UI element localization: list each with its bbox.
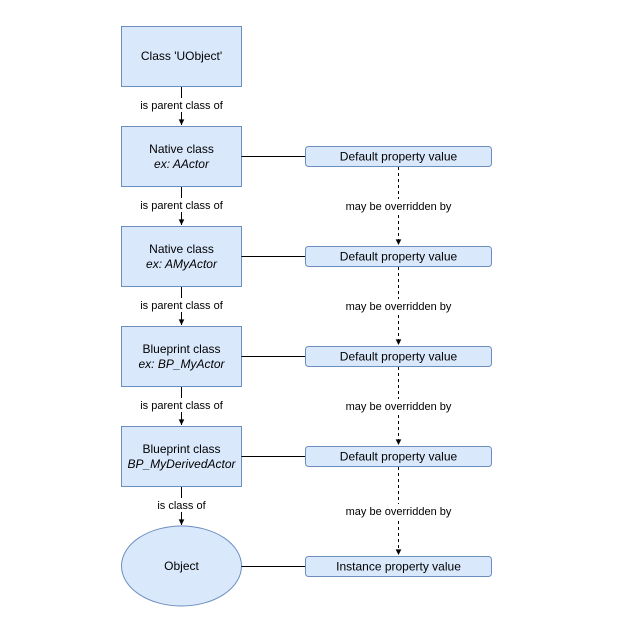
object-node-title: Object [164, 559, 199, 573]
class-node-title: Blueprint class [142, 442, 220, 456]
class-node-bp-myderivedactor[interactable]: Blueprint class BP_MyDerivedActor [121, 426, 242, 487]
edge-label: may be overridden by [346, 201, 452, 213]
class-node-title: Native class [149, 242, 214, 256]
class-node-native-aactor[interactable]: Native class ex: AActor [121, 126, 242, 187]
class-node-native-amyactor[interactable]: Native class ex: AMyActor [121, 226, 242, 287]
class-node-uobject[interactable]: Class 'UObject' [121, 26, 242, 87]
property-node[interactable]: Default property value [305, 146, 492, 167]
object-node[interactable]: Object [121, 525, 242, 607]
override-edge: may be overridden by [343, 467, 454, 555]
class-node-subtitle: ex: AMyActor [146, 257, 218, 271]
edge-label: may be overridden by [346, 401, 452, 413]
class-node-bp-myactor[interactable]: Blueprint class ex: BP_MyActor [121, 326, 242, 387]
hierarchy-edge: is parent class of [136, 287, 227, 325]
property-node[interactable]: Default property value [305, 346, 492, 367]
property-node-label: Default property value [340, 250, 458, 264]
edge-label: may be overridden by [346, 506, 452, 518]
hierarchy-edge: is parent class of [136, 387, 227, 425]
edge-label: is parent class of [140, 100, 223, 112]
class-hierarchy-diagram: Class 'UObject' Native class ex: AActor … [121, 26, 492, 607]
class-node-title: Blueprint class [142, 342, 220, 356]
class-node-subtitle: ex: BP_MyActor [138, 357, 225, 371]
edge-label: is class of [157, 500, 206, 512]
edge-label: is parent class of [140, 400, 223, 412]
property-node-label: Default property value [340, 350, 458, 364]
hierarchy-edge: is parent class of [136, 87, 227, 125]
hierarchy-edge: is parent class of [136, 187, 227, 225]
property-node[interactable]: Default property value [305, 246, 492, 267]
hierarchy-edge: is class of [152, 487, 211, 525]
class-node-title: Class 'UObject' [141, 49, 222, 63]
edge-label: may be overridden by [346, 301, 452, 313]
class-node-subtitle: BP_MyDerivedActor [127, 457, 236, 471]
property-node[interactable]: Default property value [305, 446, 492, 467]
override-edge: may be overridden by [343, 167, 454, 245]
edge-label: is parent class of [140, 300, 223, 312]
property-node-label: Default property value [340, 450, 458, 464]
override-edge: may be overridden by [343, 367, 454, 445]
class-node-subtitle: ex: AActor [154, 157, 210, 171]
class-node-title: Native class [149, 142, 214, 156]
edge-label: is parent class of [140, 200, 223, 212]
property-node-label: Instance property value [336, 560, 461, 574]
override-edge: may be overridden by [343, 267, 454, 345]
property-node[interactable]: Instance property value [305, 556, 492, 577]
property-node-label: Default property value [340, 150, 458, 164]
